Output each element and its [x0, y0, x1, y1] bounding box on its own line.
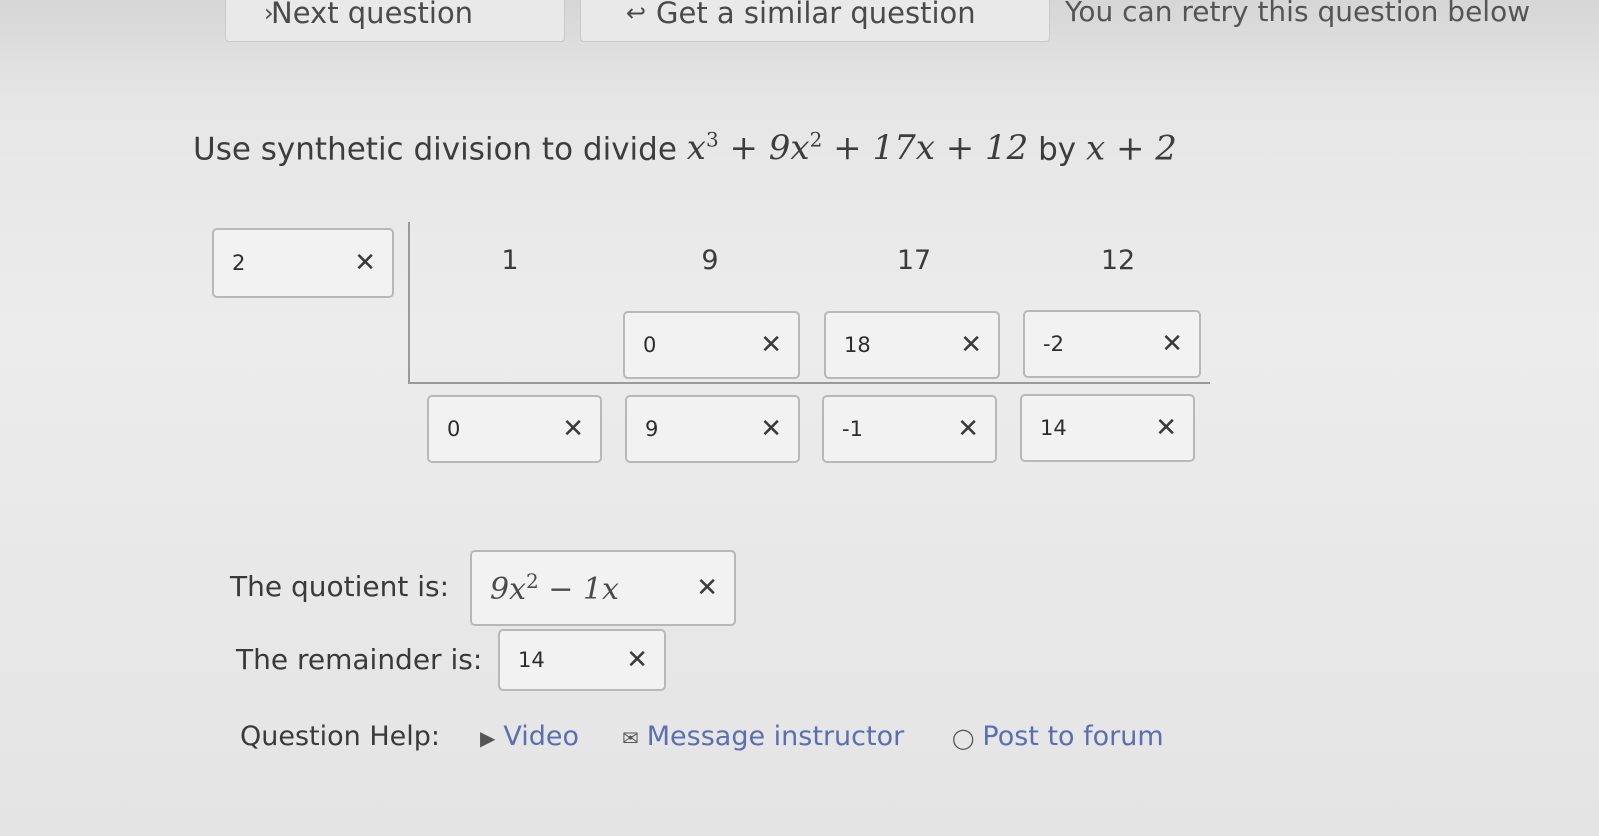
- middle-row-value-3: -2: [1043, 332, 1064, 356]
- coefficient-1: 1: [501, 245, 519, 276]
- bottom-row-input-1[interactable]: 0 ✕: [427, 395, 602, 463]
- video-link[interactable]: ▶ Video: [480, 721, 579, 752]
- similar-question-button[interactable]: ↩ Get a similar question: [580, 0, 1050, 42]
- bottom-row-value-1: 0: [447, 417, 461, 441]
- speech-bubble-icon: ◯: [952, 726, 975, 750]
- remainder-input[interactable]: 14 ✕: [498, 629, 666, 691]
- close-icon[interactable]: ✕: [760, 330, 782, 360]
- quotient-value: 9x2 − 1x: [490, 569, 619, 607]
- close-icon[interactable]: ✕: [760, 414, 782, 444]
- divisor-expression: x + 2: [1086, 128, 1177, 169]
- bottom-row-value-2: 9: [645, 417, 659, 441]
- quotient-input[interactable]: 9x2 − 1x ✕: [470, 550, 736, 626]
- question-prefix: Use synthetic division to divide: [193, 131, 677, 168]
- similar-question-label: Get a similar question: [656, 0, 976, 30]
- middle-row-input-2[interactable]: 18 ✕: [824, 311, 1000, 379]
- next-question-label: Next question: [271, 0, 474, 30]
- divisor-input[interactable]: 2 ✕: [212, 228, 394, 298]
- division-bar-vertical: [408, 222, 410, 384]
- division-bar-horizontal: [410, 382, 1210, 384]
- bottom-row-input-2[interactable]: 9 ✕: [625, 395, 800, 463]
- retry-note: You can retry this question below: [1065, 0, 1531, 28]
- bottom-row-input-4[interactable]: 14 ✕: [1020, 394, 1195, 462]
- close-icon[interactable]: ✕: [1161, 329, 1183, 359]
- close-icon[interactable]: ✕: [562, 414, 584, 444]
- dividend-expression: x3 + 9x2 + 17x + 12: [686, 128, 1029, 169]
- top-toolbar: › Next question ↩ Get a similar question…: [0, 0, 1599, 60]
- divisor-value: 2: [232, 251, 246, 275]
- close-icon[interactable]: ✕: [1155, 413, 1177, 443]
- message-instructor-link[interactable]: ✉ Message instructor: [622, 721, 904, 752]
- envelope-icon: ✉: [622, 726, 639, 750]
- close-icon[interactable]: ✕: [696, 573, 718, 603]
- bottom-row-value-3: -1: [842, 417, 863, 441]
- video-link-label: Video: [503, 721, 580, 752]
- close-icon[interactable]: ✕: [960, 330, 982, 360]
- question-text: Use synthetic division to divide x3 + 9x…: [193, 128, 1177, 168]
- close-icon[interactable]: ✕: [354, 248, 376, 278]
- post-to-forum-label: Post to forum: [982, 721, 1164, 752]
- close-icon[interactable]: ✕: [626, 645, 648, 675]
- middle-row-input-3[interactable]: -2 ✕: [1023, 310, 1201, 378]
- remainder-value: 14: [518, 648, 545, 672]
- remainder-label: The remainder is:: [236, 643, 483, 676]
- post-to-forum-link[interactable]: ◯ Post to forum: [952, 721, 1164, 752]
- middle-row-input-1[interactable]: 0 ✕: [623, 311, 800, 379]
- bottom-row-value-4: 14: [1040, 416, 1067, 440]
- question-by: by: [1038, 131, 1077, 168]
- middle-row-value-2: 18: [844, 333, 871, 357]
- bottom-row-input-3[interactable]: -1 ✕: [822, 395, 997, 463]
- quotient-label: The quotient is:: [230, 570, 450, 603]
- middle-row-value-1: 0: [643, 333, 657, 357]
- coefficient-2: 9: [701, 245, 719, 276]
- coefficient-3: 17: [896, 245, 932, 276]
- return-arrow-icon: ↩: [626, 0, 647, 27]
- coefficient-4: 12: [1100, 245, 1136, 276]
- close-icon[interactable]: ✕: [957, 414, 979, 444]
- chevron-right-icon: ›: [264, 0, 274, 27]
- next-question-button[interactable]: › Next question: [225, 0, 565, 42]
- question-help-label: Question Help:: [240, 721, 440, 752]
- video-icon: ▶: [480, 726, 496, 750]
- message-instructor-label: Message instructor: [646, 721, 905, 752]
